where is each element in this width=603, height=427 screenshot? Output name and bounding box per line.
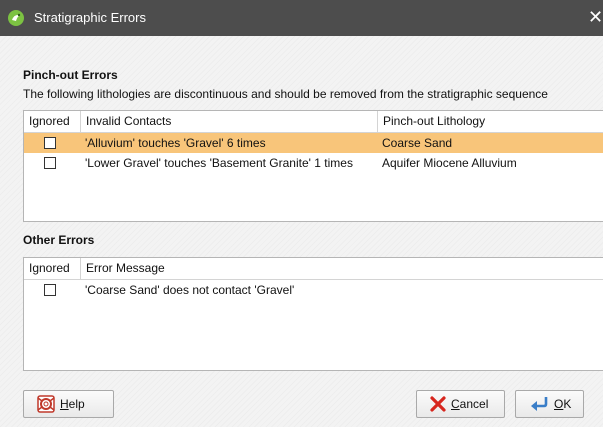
- window-title: Stratigraphic Errors: [34, 10, 146, 25]
- column-header-ignored[interactable]: Ignored: [24, 111, 80, 132]
- leapfrog-app-icon: [8, 10, 24, 26]
- other-errors-section-title: Other Errors: [23, 233, 95, 247]
- pinchout-section-title: Pinch-out Errors: [23, 68, 118, 82]
- close-icon[interactable]: ✕: [588, 7, 603, 27]
- pinchout-table-header: Ignored Invalid Contacts Pinch-out Litho…: [24, 111, 603, 133]
- column-header-ignored[interactable]: Ignored: [24, 258, 80, 279]
- pinchout-description: The following lithologies are discontinu…: [23, 87, 548, 101]
- pinchout-lithology-cell: Aquifer Miocene Alluvium: [382, 156, 517, 170]
- other-errors-table[interactable]: Ignored Error Message 'Coarse Sand' does…: [23, 257, 603, 371]
- cancel-button[interactable]: Cancel: [416, 390, 505, 418]
- help-button-label: Help: [60, 397, 85, 411]
- pinchout-table[interactable]: Ignored Invalid Contacts Pinch-out Litho…: [23, 110, 603, 222]
- table-row[interactable]: 'Alluvium' touches 'Gravel' 6 times Coar…: [24, 133, 603, 153]
- lifebuoy-icon: [37, 395, 55, 413]
- title-bar[interactable]: Stratigraphic Errors ✕: [0, 0, 603, 36]
- cancel-x-icon: [430, 396, 446, 412]
- pinchout-lithology-cell: Coarse Sand: [382, 136, 453, 150]
- table-row[interactable]: 'Lower Gravel' touches 'Basement Granite…: [24, 153, 603, 173]
- table-row[interactable]: 'Coarse Sand' does not contact 'Gravel': [24, 280, 603, 300]
- other-errors-table-header: Ignored Error Message: [24, 258, 603, 280]
- return-arrow-icon: [531, 397, 548, 411]
- invalid-contact-cell: 'Lower Gravel' touches 'Basement Granite…: [85, 156, 353, 170]
- cancel-button-label: Cancel: [451, 397, 489, 411]
- invalid-contact-cell: 'Alluvium' touches 'Gravel' 6 times: [85, 136, 266, 150]
- ignored-checkbox[interactable]: [44, 137, 56, 149]
- ok-button[interactable]: OK: [515, 390, 584, 418]
- ignored-checkbox[interactable]: [44, 157, 56, 169]
- ignored-checkbox[interactable]: [44, 284, 56, 296]
- column-header-error-message[interactable]: Error Message: [80, 258, 603, 279]
- column-header-pinchout-lithology[interactable]: Pinch-out Lithology: [377, 111, 603, 132]
- error-message-cell: 'Coarse Sand' does not contact 'Gravel': [85, 283, 295, 297]
- ok-button-label: OK: [554, 397, 572, 411]
- column-header-invalid-contacts[interactable]: Invalid Contacts: [80, 111, 377, 132]
- help-button[interactable]: Help: [23, 390, 114, 418]
